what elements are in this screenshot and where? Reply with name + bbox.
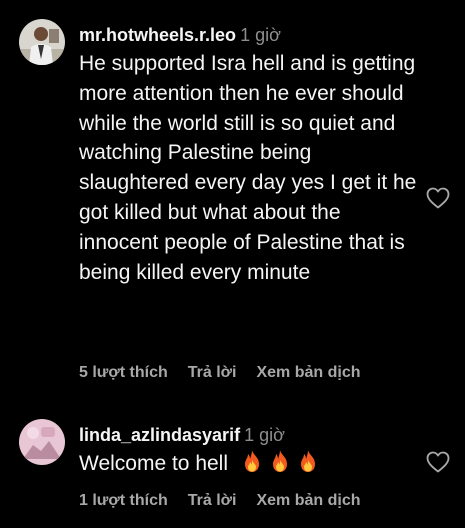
pink-portrait-avatar-icon (19, 419, 65, 465)
fire-emoji-icon (298, 449, 318, 482)
reply-button[interactable]: Trả lời (188, 492, 237, 509)
like-button[interactable] (426, 451, 450, 473)
comment-header: linda_azlindasyarif 1 giờ (79, 424, 285, 446)
comment-text: Welcome to hell (79, 449, 419, 482)
comment-actions: 1 lượt thích Trả lời Xem bản dịch (79, 491, 381, 511)
comment-item: linda_azlindasyarif 1 giờ Welcome to hell (0, 0, 465, 528)
comment-text-content: Welcome to hell (79, 452, 229, 475)
fire-emoji-icon (270, 449, 290, 482)
timestamp: 1 giờ (244, 425, 285, 445)
username[interactable]: linda_azlindasyarif (79, 425, 240, 445)
avatar[interactable] (19, 419, 65, 465)
fire-emoji-icon (242, 449, 262, 482)
likes-count[interactable]: 1 lượt thích (79, 492, 168, 509)
heart-icon (426, 451, 450, 473)
translate-button[interactable]: Xem bản dịch (256, 492, 360, 509)
